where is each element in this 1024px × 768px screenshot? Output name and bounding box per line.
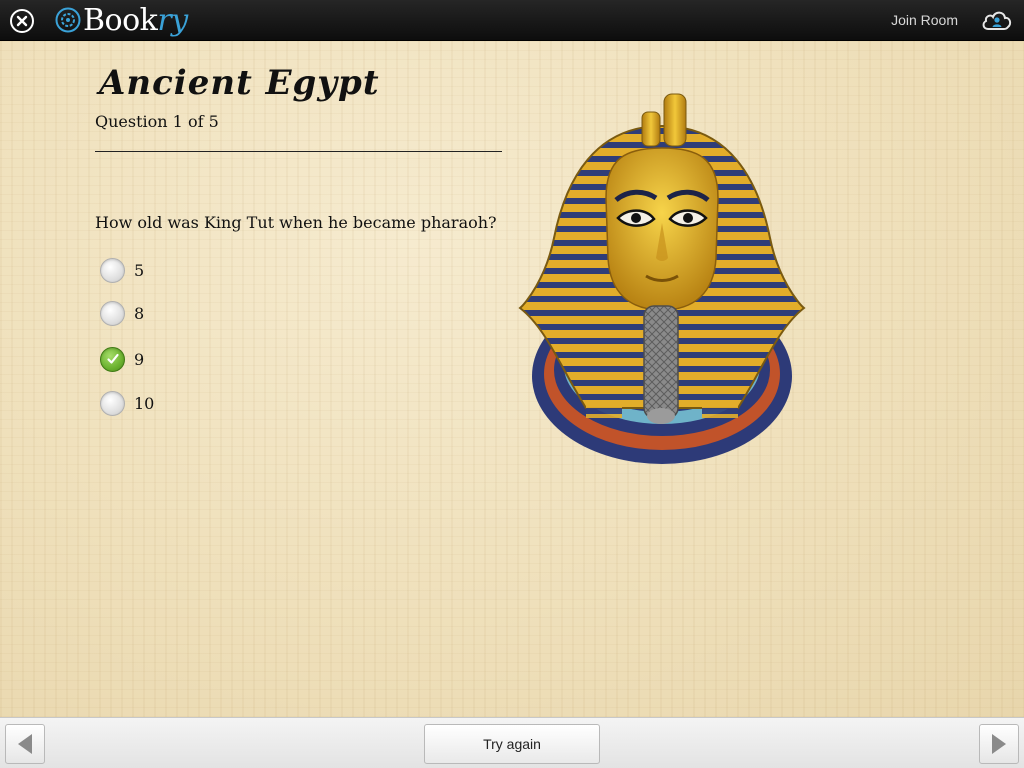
radio-button[interactable] (100, 257, 125, 283)
join-room-link[interactable]: Join Room (891, 12, 958, 28)
answer-label: 8 (134, 303, 145, 323)
bottom-bar: Try again (0, 717, 1024, 768)
answer-option-4[interactable]: 10 (100, 390, 300, 416)
answer-option-2[interactable]: 8 (100, 300, 300, 326)
answer-option-1[interactable]: 5 (100, 257, 300, 283)
title-divider (95, 151, 502, 152)
pharaoh-mask-image (518, 93, 806, 464)
cloud-user-icon (982, 11, 1012, 30)
previous-button[interactable] (5, 724, 45, 764)
top-bar: Bookry Join Room (0, 0, 1024, 41)
question-progress: Question 1 of 5 (95, 112, 219, 131)
cloud-account-button[interactable] (980, 6, 1014, 34)
answer-option-3[interactable]: 9 (100, 346, 300, 372)
radio-button[interactable] (100, 300, 125, 326)
close-button[interactable] (10, 9, 34, 33)
next-button[interactable] (979, 724, 1019, 764)
close-icon (16, 15, 28, 27)
answer-label: 5 (134, 260, 145, 280)
arrow-right-icon (992, 734, 1006, 754)
page-title: Ancient Egypt (99, 63, 380, 103)
question-text: How old was King Tut when he became phar… (95, 213, 497, 232)
answer-label: 10 (134, 393, 155, 413)
gear-logo-icon (55, 7, 81, 33)
app-logo: Bookry (55, 2, 188, 38)
radio-button[interactable] (100, 390, 125, 416)
answer-label: 9 (134, 349, 145, 369)
checkmark-icon (106, 353, 119, 364)
arrow-left-icon (18, 734, 32, 754)
radio-button-selected[interactable] (100, 346, 125, 372)
quiz-content: Ancient Egypt Question 1 of 5 How old wa… (0, 41, 1024, 717)
pharaoh-mask-illustration (516, 78, 808, 466)
try-again-button[interactable]: Try again (424, 724, 600, 764)
logo-text: Bookry (83, 2, 188, 38)
